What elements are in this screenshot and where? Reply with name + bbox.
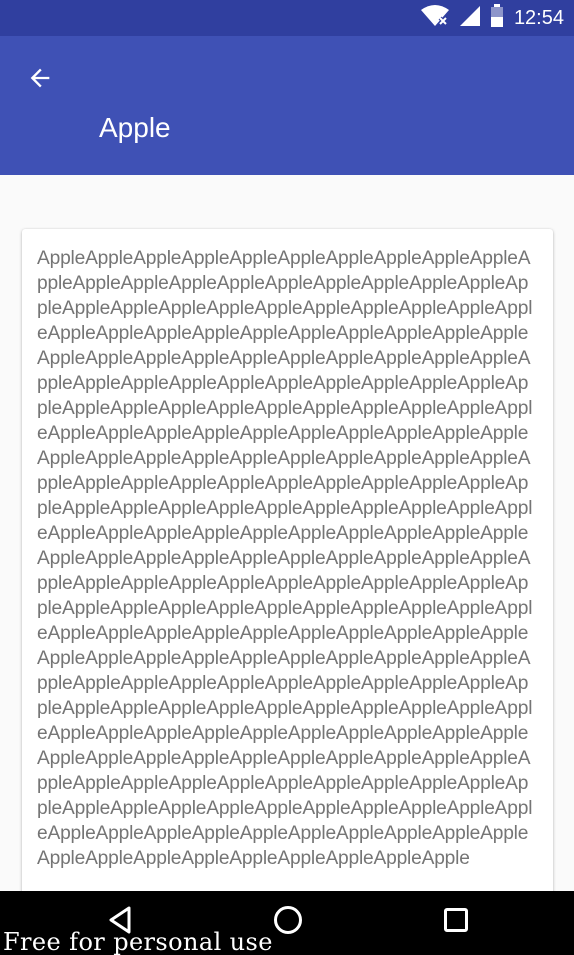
app-toolbar: Apple <box>0 36 574 175</box>
arrow-back-icon <box>26 64 54 97</box>
wifi-no-internet-icon <box>420 4 450 33</box>
nav-home-button[interactable] <box>268 905 308 939</box>
page-title: Apple <box>99 112 171 143</box>
nav-recents-button[interactable] <box>436 905 476 939</box>
card-body-text: AppleAppleAppleAppleAppleAppleAppleApple… <box>37 248 533 869</box>
app-screen: 12:54 Apple AppleAppleAppleAppleAppleApp… <box>0 0 574 955</box>
status-time: 12:54 <box>513 6 564 29</box>
nav-recents-icon <box>442 906 470 939</box>
watermark-text: Free for personal use <box>3 928 273 955</box>
nav-home-icon <box>272 904 304 941</box>
cell-signal-icon <box>458 4 482 33</box>
status-bar: 12:54 <box>0 0 574 36</box>
back-button[interactable] <box>14 54 66 106</box>
content-card: AppleAppleAppleAppleAppleAppleAppleApple… <box>22 229 553 929</box>
battery-icon <box>490 3 504 33</box>
status-icons: 12:54 <box>420 3 564 33</box>
